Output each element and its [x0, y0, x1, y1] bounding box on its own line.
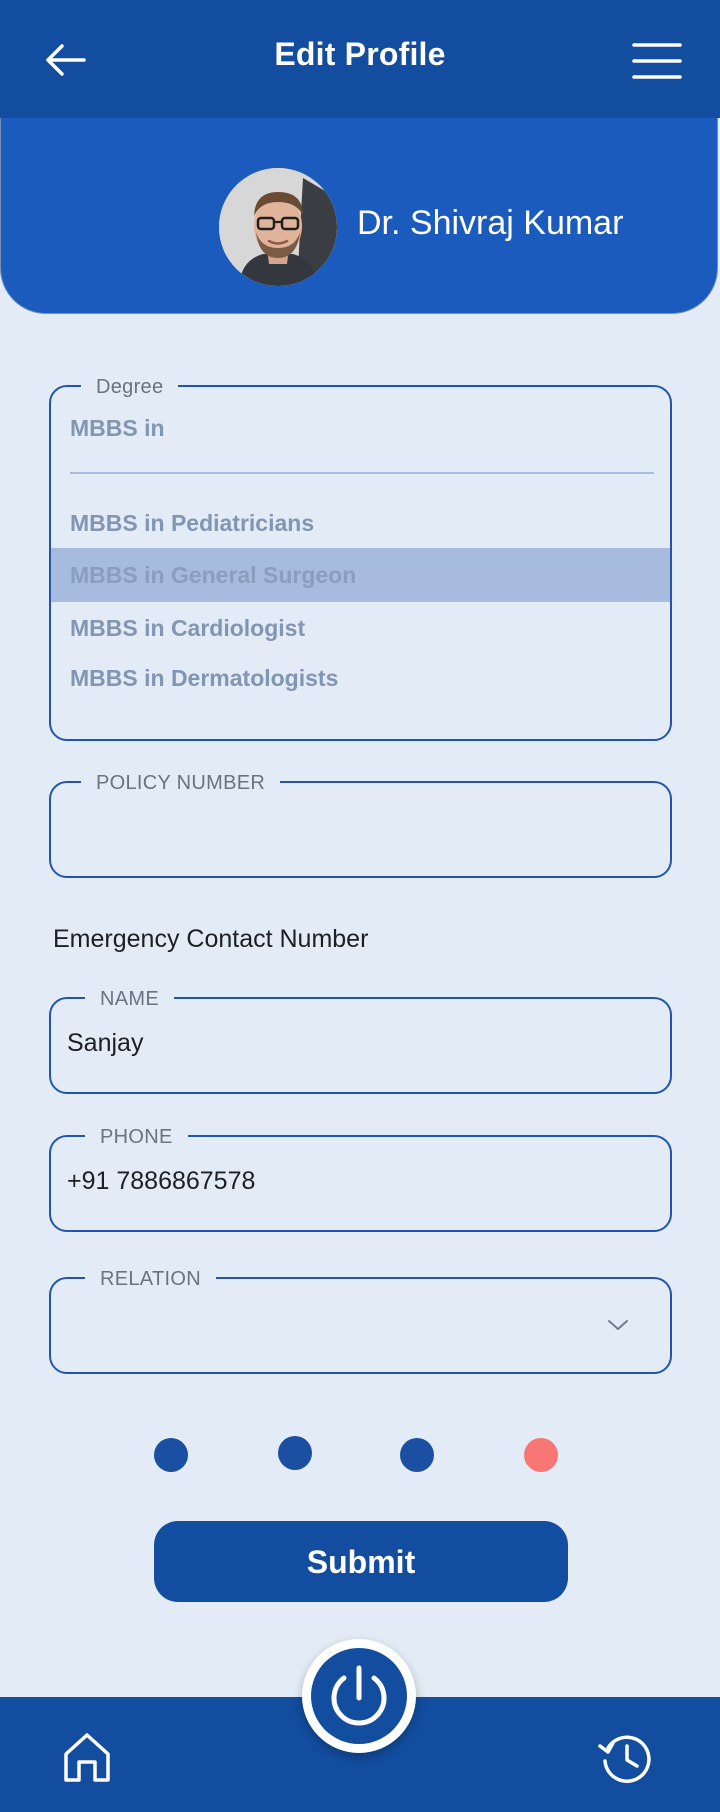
submit-button[interactable]: Submit	[154, 1521, 568, 1602]
phone-input[interactable]: +91 7886867578	[67, 1167, 255, 1196]
phone-label: PHONE	[85, 1125, 188, 1149]
power-button[interactable]	[302, 1639, 416, 1753]
degree-divider	[70, 472, 654, 474]
degree-label: Degree	[81, 375, 179, 399]
name-label: NAME	[85, 987, 174, 1011]
relation-select[interactable]: RELATION	[49, 1267, 672, 1374]
degree-field[interactable]: Degree MBBS in MBBS in Pediatricians MBB…	[49, 375, 672, 741]
page-dot-1[interactable]	[154, 1438, 188, 1472]
dropdown-toggle[interactable]	[606, 1315, 630, 1335]
history-icon	[598, 1735, 651, 1783]
degree-option-cardiologist[interactable]: MBBS in Cardiologist	[51, 601, 670, 655]
chevron-down-icon	[608, 1320, 628, 1330]
degree-option-dermatologists[interactable]: MBBS in Dermatologists	[51, 651, 670, 705]
doctor-name: Dr. Shivraj Kumar	[357, 204, 624, 242]
degree-option-general-surgeon[interactable]: MBBS in General Surgeon	[51, 548, 670, 602]
hamburger-menu-icon	[632, 43, 682, 79]
emergency-phone-field[interactable]: PHONE +91 7886867578	[49, 1125, 672, 1232]
history-button[interactable]	[596, 1728, 654, 1786]
doctor-portrait-image	[219, 168, 337, 286]
power-button-face	[311, 1648, 407, 1744]
degree-option-pediatricians[interactable]: MBBS in Pediatricians	[51, 496, 670, 550]
menu-button[interactable]	[630, 40, 684, 82]
relation-label: RELATION	[85, 1267, 216, 1291]
policy-number-field[interactable]: POLICY NUMBER	[49, 771, 672, 878]
page-title: Edit Profile	[274, 36, 446, 72]
avatar[interactable]	[219, 168, 337, 286]
policy-number-label: POLICY NUMBER	[81, 771, 281, 795]
degree-input[interactable]: MBBS in	[70, 415, 165, 442]
page-dot-3[interactable]	[400, 1438, 434, 1472]
page-dot-4-active[interactable]	[524, 1438, 558, 1472]
power-icon	[331, 1665, 387, 1726]
emergency-contact-heading: Emergency Contact Number	[53, 925, 369, 953]
home-button[interactable]	[60, 1730, 114, 1784]
home-icon	[64, 1733, 110, 1782]
page-dot-2[interactable]	[278, 1436, 312, 1470]
top-app-bar: Edit Profile	[0, 0, 720, 118]
emergency-name-field[interactable]: NAME Sanjay	[49, 987, 672, 1094]
name-input[interactable]: Sanjay	[67, 1029, 143, 1058]
